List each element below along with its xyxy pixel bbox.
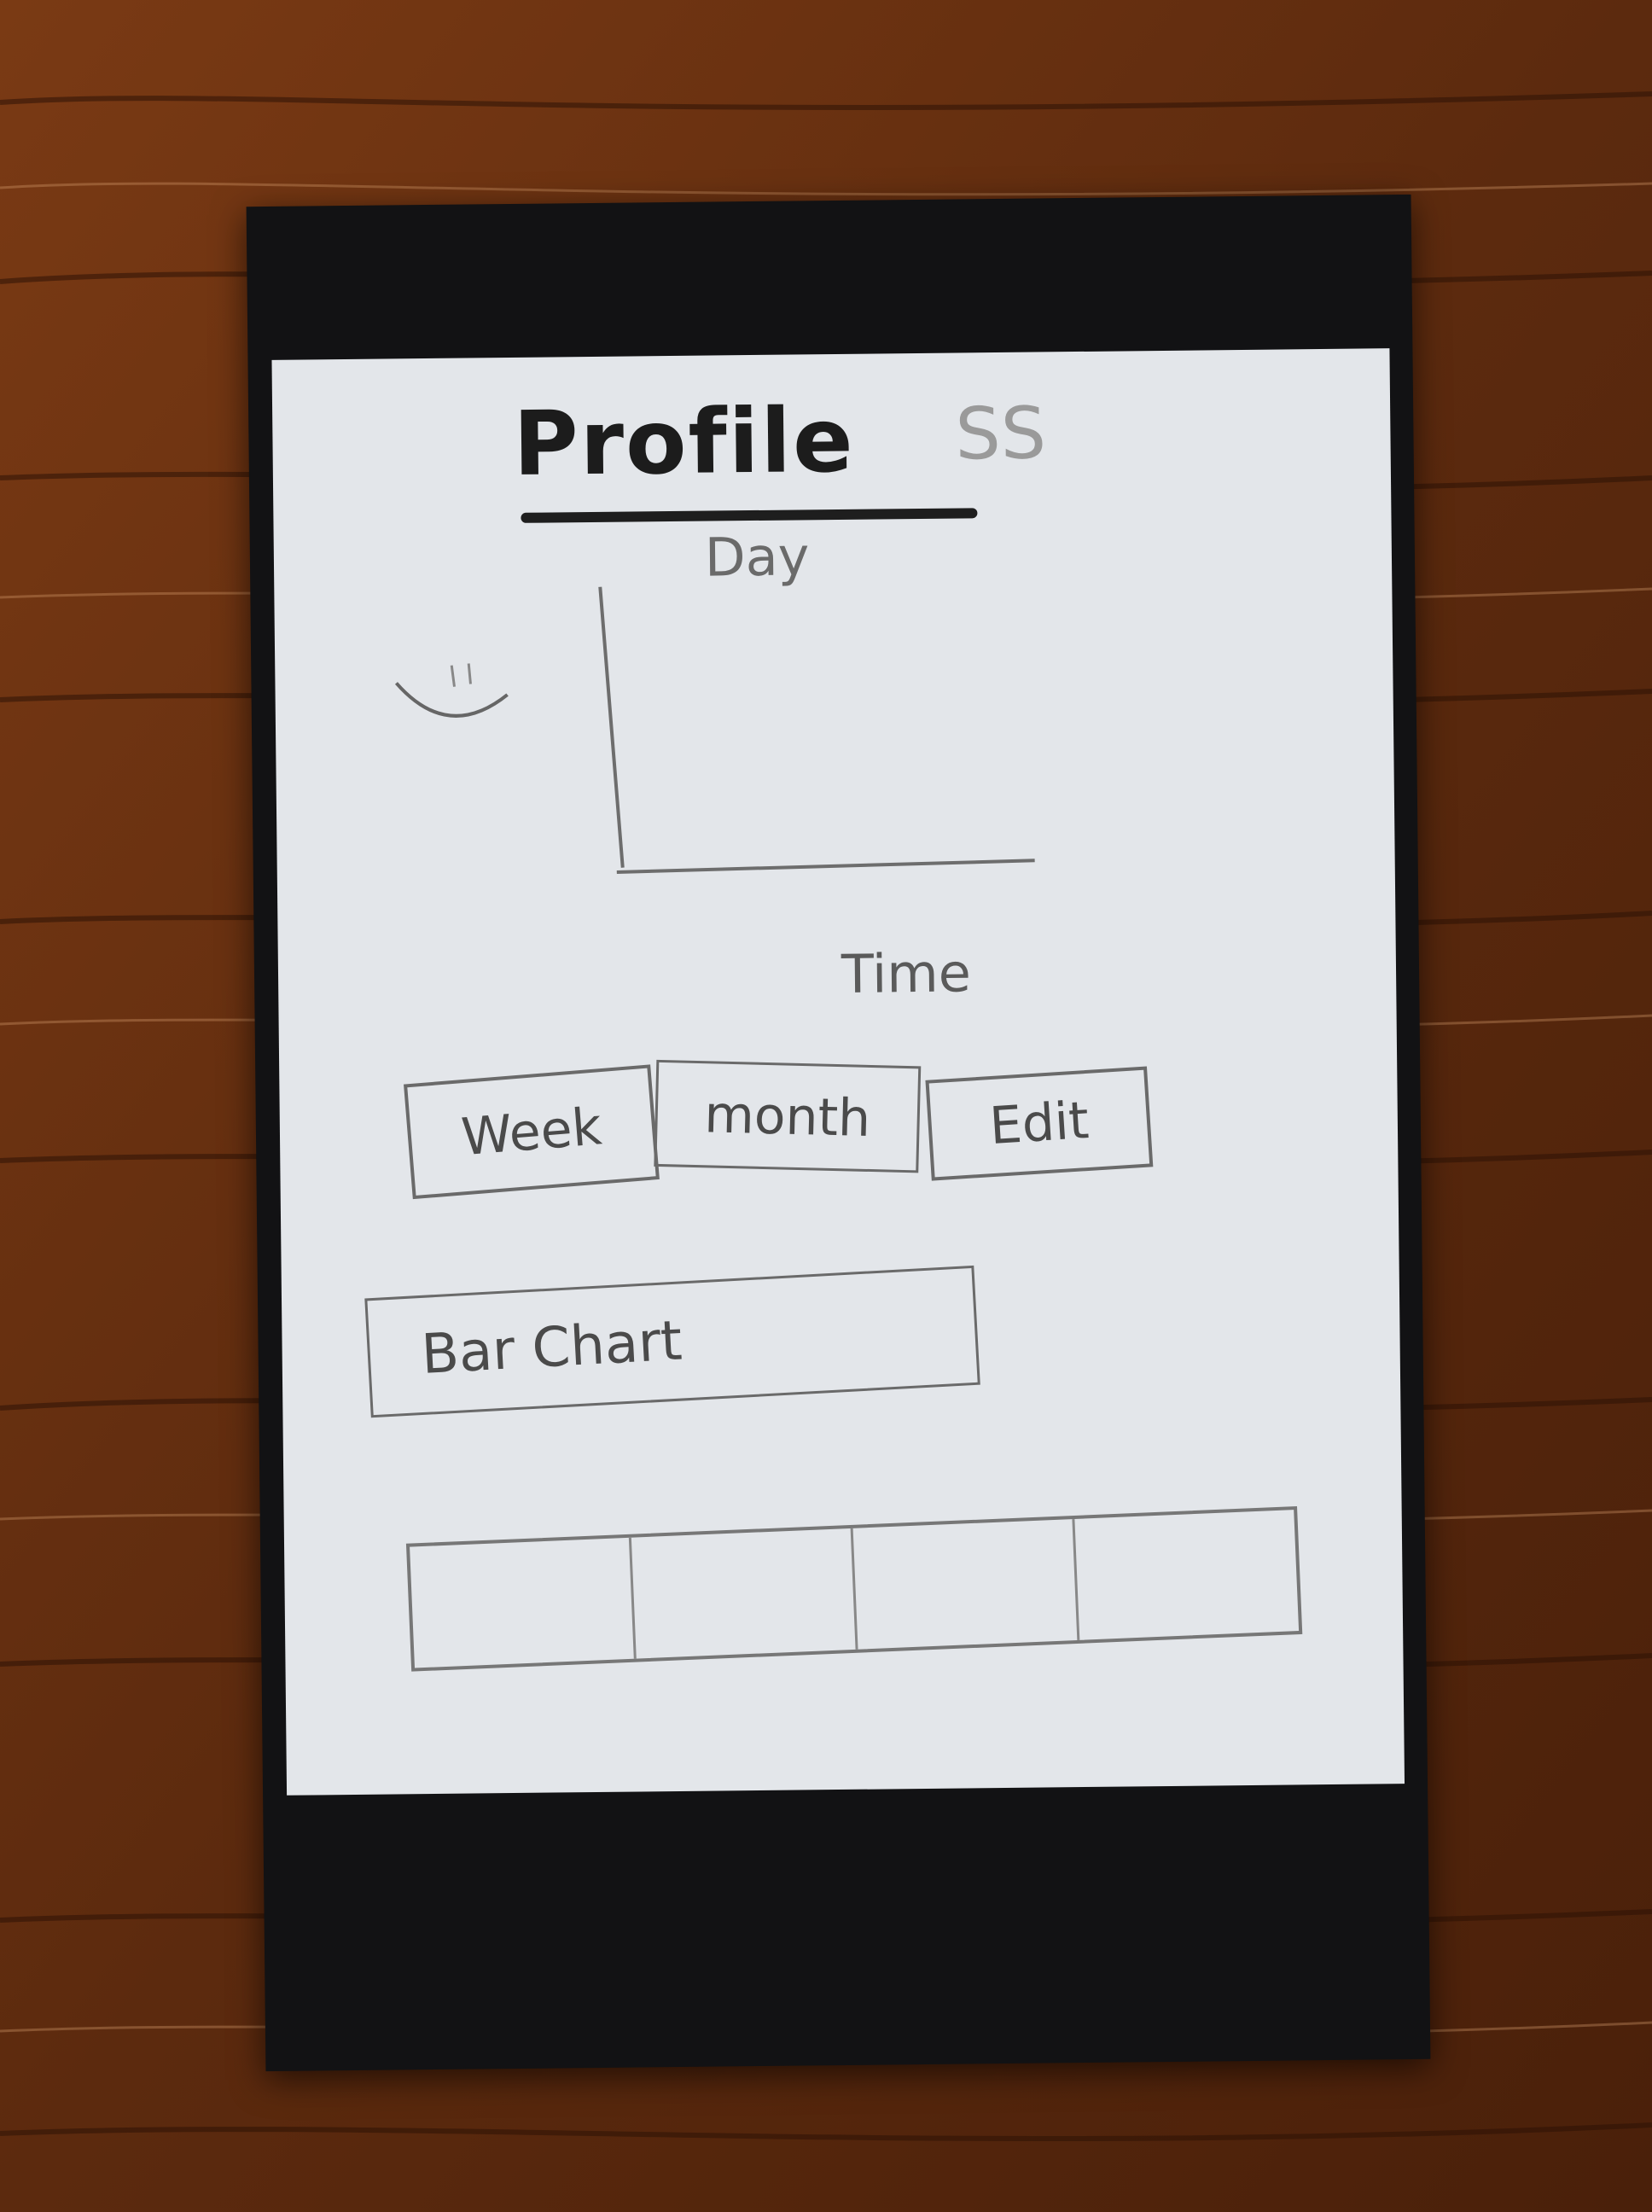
paper-phone-prototype: Profile SS Day Time Week month Edit Bar … [246, 194, 1431, 2072]
tab-2[interactable] [631, 1528, 858, 1659]
tab-4[interactable] [1074, 1510, 1299, 1640]
bar-chart-button[interactable]: Bar Chart [364, 1265, 980, 1418]
chart-x-axis-label: Time [841, 941, 972, 1005]
chart-y-axis [598, 586, 625, 868]
tab-bar [405, 1506, 1303, 1672]
edit-button[interactable]: Edit [925, 1066, 1154, 1181]
page-title: Profile [512, 387, 856, 496]
title-underline [521, 508, 978, 523]
tab-1[interactable] [410, 1537, 637, 1668]
tab-3[interactable] [852, 1518, 1080, 1650]
week-button[interactable]: Week [404, 1064, 660, 1200]
smiley-icon [394, 663, 509, 718]
chart-y-axis-label: Day [704, 525, 810, 589]
chart-x-axis [616, 859, 1035, 874]
page-title-suffix: SS [954, 391, 1047, 476]
phone-screen: Profile SS Day Time Week month Edit Bar … [271, 348, 1405, 1796]
month-button[interactable]: month [654, 1059, 922, 1173]
